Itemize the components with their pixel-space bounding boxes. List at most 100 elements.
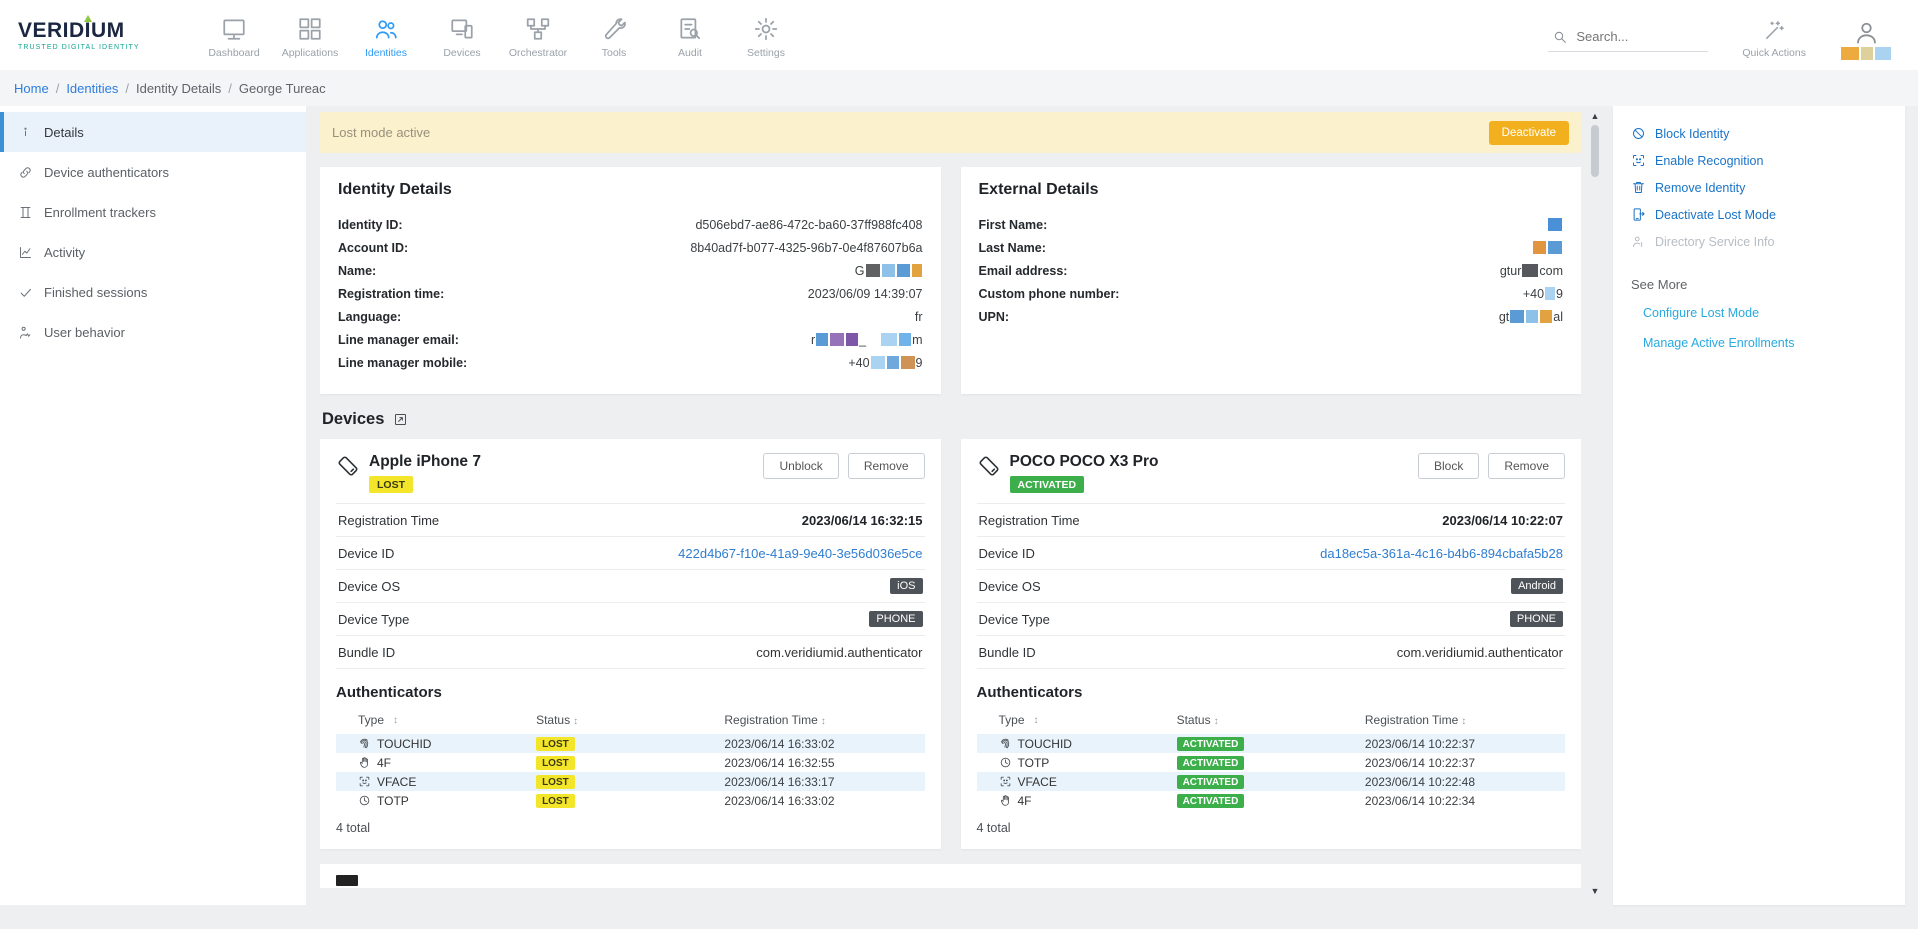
content-scrollbar[interactable]: ▲ ▼ [1587, 106, 1603, 896]
detail-value: fr [915, 310, 923, 324]
nav-item-label: Devices [443, 47, 480, 59]
nav-item-identities[interactable]: Identities [348, 12, 424, 59]
lost-mode-banner: Lost mode active Deactivate [320, 112, 1581, 153]
sidebar-item-label: Details [44, 125, 84, 140]
action-deactivate-lost-mode[interactable]: Deactivate Lost Mode [1631, 201, 1887, 228]
bundle-id-value: com.veridiumid.authenticator [1397, 645, 1563, 660]
redacted-username [1840, 47, 1892, 60]
auth-registration-time: 2023/06/14 16:33:02 [724, 794, 924, 808]
sidebar-item-finished-sessions[interactable]: Finished sessions [0, 272, 306, 312]
nav-item-devices[interactable]: Devices [424, 12, 500, 59]
redacted-block [846, 333, 858, 346]
sidebar-item-label: Device authenticators [44, 165, 169, 180]
devices-expand-icon[interactable] [393, 412, 408, 427]
action-enable-recognition[interactable]: Enable Recognition [1631, 147, 1887, 174]
nav-item-audit[interactable]: Audit [652, 12, 728, 59]
sidebar-item-user-behavior[interactable]: User behavior [0, 312, 306, 352]
detail-label: Line manager mobile: [338, 356, 467, 370]
device-row: Device TypePHONE [336, 603, 925, 636]
detail-value-redacted: G [855, 264, 923, 278]
brand-name: VERIDIUM [18, 19, 168, 43]
sort-time-header[interactable]: Registration Time↕ [724, 713, 924, 727]
redacted-block [1533, 241, 1546, 254]
device-id-link[interactable]: 422d4b67-f10e-41a9-9e40-3e56d036e5ce [678, 546, 922, 561]
quick-actions-label: Quick Actions [1742, 47, 1806, 59]
devices-section-header: Devices [322, 410, 1581, 429]
nav-item-settings[interactable]: Settings [728, 12, 804, 59]
auth-type-label: TOTP [377, 794, 409, 808]
deactivate-button[interactable]: Deactivate [1489, 121, 1569, 145]
sort-status-header[interactable]: Status↕ [1177, 713, 1365, 727]
clipped-section-title [336, 875, 358, 886]
link-configure-lost-mode[interactable]: Configure Lost Mode [1631, 298, 1887, 328]
search-input[interactable] [1576, 29, 1691, 44]
auth-row: TOUCHIDLOST2023/06/14 16:33:02 [336, 734, 925, 753]
device-id-link[interactable]: da18ec5a-361a-4c16-b4b6-894cbafa5b28 [1320, 546, 1563, 561]
nav-item-orchestrator[interactable]: Orchestrator [500, 12, 576, 59]
device-row: Device TypePHONE [977, 603, 1566, 636]
breadcrumb-item-identities[interactable]: Identities [66, 81, 118, 96]
nav-item-tools[interactable]: Tools [576, 12, 652, 59]
hand-icon [358, 756, 371, 769]
redacted-block [1510, 310, 1524, 323]
action-remove-identity[interactable]: Remove Identity [1631, 174, 1887, 201]
sort-icon: ↕ [1214, 716, 1219, 727]
tools-icon [601, 16, 627, 42]
unblock-button[interactable]: Unblock [763, 453, 838, 479]
nav-item-label: Audit [678, 47, 702, 59]
nav-item-applications[interactable]: Applications [272, 12, 348, 59]
redacted-block [897, 264, 910, 277]
tracker-icon [18, 205, 33, 220]
sidebar-item-activity[interactable]: Activity [0, 232, 306, 272]
remove-button[interactable]: Remove [1488, 453, 1565, 479]
redacted-block [1522, 264, 1538, 277]
sidebar-item-details[interactable]: Details [0, 112, 306, 152]
sort-status-header[interactable]: Status↕ [536, 713, 724, 727]
sidebar-item-label: Enrollment trackers [44, 205, 156, 220]
device-row: Bundle IDcom.veridiumid.authenticator [977, 636, 1566, 669]
scrollbar-thumb[interactable] [1591, 125, 1599, 177]
device-card-apple-iphone-7: Apple iPhone 7LOSTUnblockRemoveRegistrat… [320, 439, 941, 849]
action-block-identity[interactable]: Block Identity [1631, 120, 1887, 147]
auth-table-header: Type↕Status↕Registration Time↕ [977, 710, 1566, 734]
detail-value-redacted [1547, 218, 1563, 231]
sort-type-header[interactable]: Type↕ [336, 713, 536, 727]
quick-actions-button[interactable]: Quick Actions [1742, 19, 1806, 59]
nav-item-label: Orchestrator [509, 47, 567, 59]
detail-row: Line manager email:r_m [338, 328, 923, 351]
detail-row: Custom phone number:+409 [979, 282, 1564, 305]
main-nav: Dashboard Applications Identities Devices Or… [196, 12, 804, 59]
sort-time-header[interactable]: Registration Time↕ [1365, 713, 1565, 727]
info-icon [18, 125, 33, 140]
detail-label: Line manager email: [338, 333, 459, 347]
nav-item-label: Identities [365, 47, 407, 59]
applications-icon [297, 16, 323, 42]
sort-type-header[interactable]: Type↕ [977, 713, 1177, 727]
nav-item-dashboard[interactable]: Dashboard [196, 12, 272, 59]
detail-label: Account ID: [338, 241, 408, 255]
sidebar-item-enrollment-trackers[interactable]: Enrollment trackers [0, 192, 306, 232]
remove-button[interactable]: Remove [848, 453, 925, 479]
search-icon[interactable] [1552, 29, 1568, 45]
user-menu[interactable] [1840, 19, 1892, 60]
phone-device-icon [336, 454, 360, 478]
devices-section-title: Devices [322, 410, 384, 429]
main-content: Lost mode active Deactivate Identity Det… [320, 106, 1581, 929]
veridium-logo[interactable]: VERIDIUM TRUSTED DIGITAL IDENTITY [18, 19, 168, 51]
device-row: Device OSiOS [336, 570, 925, 603]
detail-row: Line manager mobile:+409 [338, 351, 923, 374]
action-label: Directory Service Info [1655, 235, 1774, 249]
detail-value: 8b40ad7f-b077-4325-96b7-0e4f87607b6a [690, 241, 922, 255]
see-more-links: Configure Lost ModeManage Active Enrollm… [1631, 298, 1887, 358]
sidebar-item-device-authenticators[interactable]: Device authenticators [0, 152, 306, 192]
breadcrumb-item-home[interactable]: Home [14, 81, 49, 96]
block-button[interactable]: Block [1418, 453, 1479, 479]
device-row: Device IDda18ec5a-361a-4c16-b4b6-894cbaf… [977, 537, 1566, 570]
link-manage-active-enrollments[interactable]: Manage Active Enrollments [1631, 328, 1887, 358]
scroll-down-arrow[interactable]: ▼ [1591, 886, 1600, 896]
auth-type-label: TOUCHID [377, 737, 431, 751]
nav-item-label: Applications [282, 47, 339, 59]
sort-icon: ↕ [1461, 716, 1466, 727]
scroll-up-arrow[interactable]: ▲ [1591, 111, 1600, 121]
auth-registration-time: 2023/06/14 10:22:34 [1365, 794, 1565, 808]
